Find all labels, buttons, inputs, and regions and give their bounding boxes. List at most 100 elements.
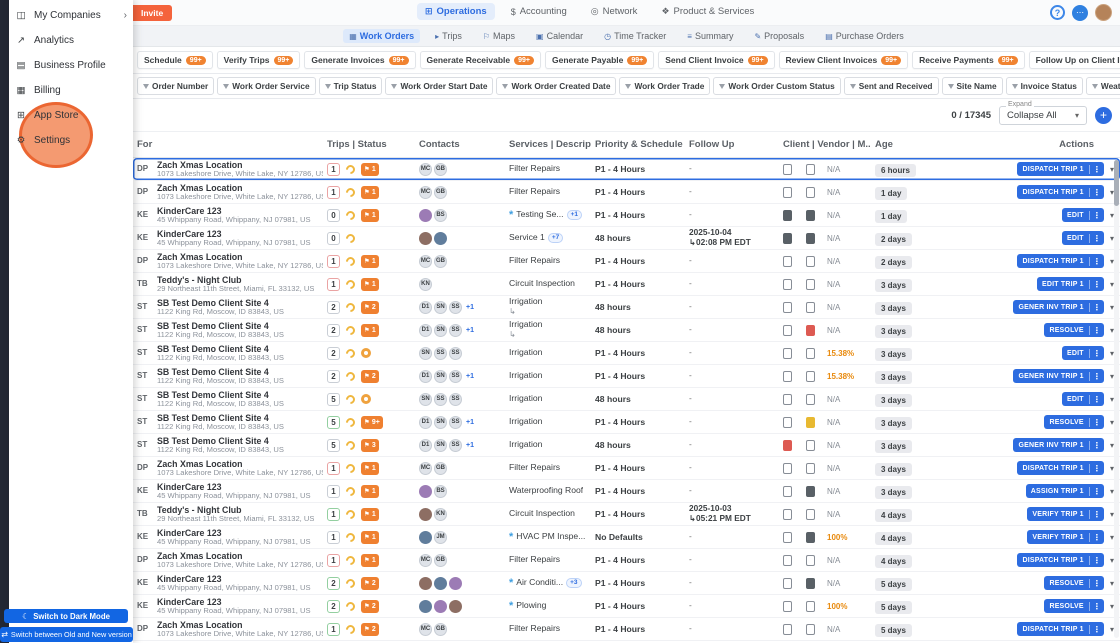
document-icon[interactable] [783, 209, 792, 221]
document-icon[interactable] [783, 439, 792, 451]
contact-avatar[interactable]: SS [449, 323, 462, 337]
document-icon[interactable] [783, 278, 792, 290]
sidebar-item-analytics[interactable]: ↗ Analytics [9, 28, 133, 53]
flag-badge[interactable]: ⚑ 2 [361, 599, 379, 613]
table-row[interactable]: DP Zach Xmas Location 1073 Lakeshore Drive… [133, 181, 1120, 204]
action-button[interactable]: DISPATCH TRIP 1 ⋮ [1017, 553, 1104, 567]
contact-avatar[interactable]: BS [434, 484, 447, 498]
pipeline-step-follow-up-on-client-invoices[interactable]: Follow Up on Client Invoices99+ [1028, 51, 1120, 69]
document-icon[interactable] [783, 301, 792, 313]
filter-chip-order-number[interactable]: Order Number [137, 77, 215, 95]
sidebar-item-business-profile[interactable]: ▤ Business Profile [9, 53, 133, 78]
subtab-purchase-orders[interactable]: ▤ Purchase Orders [819, 29, 910, 43]
contact-avatar[interactable] [419, 576, 432, 590]
table-row[interactable]: ST SB Test Demo Client Site 4 1122 King Rd… [133, 411, 1120, 434]
contact-avatar[interactable]: SS [449, 300, 462, 314]
more-options-icon[interactable]: ⋮ [1090, 487, 1104, 496]
service-overflow-count[interactable]: +1 [566, 210, 582, 220]
contact-avatar[interactable]: SS [449, 392, 462, 406]
table-row[interactable]: KE KinderCare 123 45 Whippany Road, Whippa… [133, 572, 1120, 595]
filter-chip-invoice-status[interactable]: Invoice Status [1005, 77, 1083, 95]
more-options-icon[interactable]: ⋮ [1090, 257, 1104, 266]
subtab-summary[interactable]: ≡ Summary [681, 29, 739, 43]
table-row[interactable]: DP Zach Xmas Location 1073 Lakeshore Drive… [133, 250, 1120, 273]
contact-avatar[interactable] [434, 231, 447, 245]
trip-count-chip[interactable]: 2 [327, 300, 340, 314]
contact-avatar[interactable] [419, 208, 432, 222]
action-button[interactable]: DISPATCH TRIP 1 ⋮ [1017, 162, 1104, 176]
trip-count-chip[interactable]: 2 [327, 599, 340, 613]
flag-badge[interactable]: ⚑ 1 [361, 484, 379, 498]
document-icon[interactable] [806, 186, 815, 198]
document-icon[interactable] [783, 255, 792, 267]
contact-avatar[interactable]: GB [434, 553, 447, 567]
contact-avatar[interactable] [419, 484, 432, 498]
document-icon[interactable] [806, 623, 815, 635]
tab-network[interactable]: ◎ Network [583, 3, 646, 20]
contact-avatar[interactable]: SS [449, 438, 462, 452]
scrollbar-thumb[interactable] [1114, 160, 1119, 206]
table-row[interactable]: KE KinderCare 123 45 Whippany Road, Whippa… [133, 526, 1120, 549]
table-row[interactable]: TB Teddy's - Night Club 29 Northeast 11th … [133, 503, 1120, 526]
document-icon[interactable] [783, 186, 792, 198]
action-button[interactable]: VERIFY TRIP 1 ⋮ [1027, 530, 1104, 544]
more-options-icon[interactable]: ⋮ [1090, 556, 1104, 565]
action-button[interactable]: EDIT ⋮ [1062, 231, 1104, 245]
document-icon[interactable] [806, 301, 815, 313]
contact-overflow-count[interactable]: +1 [466, 373, 474, 380]
flag-badge[interactable]: ⚑ 1 [361, 553, 379, 567]
column-header-client-vendor-m[interactable]: Client | Vendor | M... [779, 139, 871, 150]
trip-count-chip[interactable]: 1 [327, 484, 340, 498]
document-icon[interactable] [806, 393, 815, 405]
contact-avatar[interactable]: KN [419, 277, 432, 291]
contact-avatar[interactable]: MC [419, 254, 432, 268]
trip-count-chip[interactable]: 5 [327, 438, 340, 452]
trip-count-chip[interactable]: 1 [327, 461, 340, 475]
vertical-scrollbar[interactable] [1114, 160, 1119, 638]
pipeline-step-verify-trips[interactable]: Verify Trips 99+ [216, 51, 301, 69]
table-row[interactable]: DP Zach Xmas Location 1073 Lakeshore Drive… [133, 158, 1120, 181]
table-row[interactable]: ST SB Test Demo Client Site 4 1122 King Rd… [133, 296, 1120, 319]
more-options-icon[interactable]: ⋮ [1090, 441, 1104, 450]
document-icon[interactable] [806, 577, 815, 589]
action-button[interactable]: EDIT ⋮ [1062, 392, 1104, 406]
action-button[interactable]: DISPATCH TRIP 1 ⋮ [1017, 622, 1104, 636]
table-row[interactable]: ST SB Test Demo Client Site 4 1122 King Rd… [133, 365, 1120, 388]
table-row[interactable]: ST SB Test Demo Client Site 4 1122 King Rd… [133, 388, 1120, 411]
column-header-follow-up[interactable]: Follow Up [685, 139, 779, 150]
trip-count-chip[interactable]: 1 [327, 254, 340, 268]
trip-count-chip[interactable]: 1 [327, 553, 340, 567]
document-icon[interactable] [783, 347, 792, 359]
table-row[interactable]: KE KinderCare 123 45 Whippany Road, Whippa… [133, 204, 1120, 227]
more-options-icon[interactable]: ⋮ [1090, 510, 1104, 519]
more-options-icon[interactable]: ⋮ [1090, 464, 1104, 473]
filter-chip-site-name[interactable]: Site Name [941, 77, 1003, 95]
document-icon[interactable] [783, 554, 792, 566]
contact-avatar[interactable] [434, 599, 447, 613]
action-button[interactable]: EDIT TRIP 1 ⋮ [1037, 277, 1104, 291]
document-icon[interactable] [806, 508, 815, 520]
pipeline-step-receive-payments[interactable]: Receive Payments 99+ [912, 51, 1025, 69]
more-options-icon[interactable]: ⋮ [1090, 372, 1104, 381]
sidebar-item-settings[interactable]: ⚙ Settings [9, 128, 133, 153]
action-button[interactable]: RESOLVE ⋮ [1044, 415, 1104, 429]
contact-avatar[interactable]: SN [434, 300, 447, 314]
subtab-proposals[interactable]: ✎ Proposals [748, 29, 810, 43]
document-icon[interactable] [806, 324, 815, 336]
more-options-icon[interactable]: ⋮ [1090, 188, 1104, 197]
action-button[interactable]: DISPATCH TRIP 1 ⋮ [1017, 254, 1104, 268]
contact-avatar[interactable]: SN [419, 392, 432, 406]
contact-overflow-count[interactable]: +1 [466, 442, 474, 449]
collapse-all-dropdown[interactable]: Expand Collapse All ▾ [999, 100, 1087, 125]
contact-overflow-count[interactable]: +1 [466, 327, 474, 334]
document-icon[interactable] [783, 508, 792, 520]
action-button[interactable]: DISPATCH TRIP 1 ⋮ [1017, 185, 1104, 199]
more-options-icon[interactable]: ⋮ [1090, 602, 1104, 611]
filter-chip-work-order-service[interactable]: Work Order Service [217, 77, 316, 95]
column-header-actions[interactable]: Actions [933, 139, 1120, 150]
subtab-calendar[interactable]: ▣ Calendar [530, 29, 589, 43]
chat-icon[interactable]: ⋯ [1072, 4, 1088, 21]
filter-chip-work-order-trade[interactable]: Work Order Trade [619, 77, 711, 95]
filter-chip-work-order-custom-status[interactable]: Work Order Custom Status [713, 77, 841, 95]
document-icon[interactable] [783, 577, 792, 589]
